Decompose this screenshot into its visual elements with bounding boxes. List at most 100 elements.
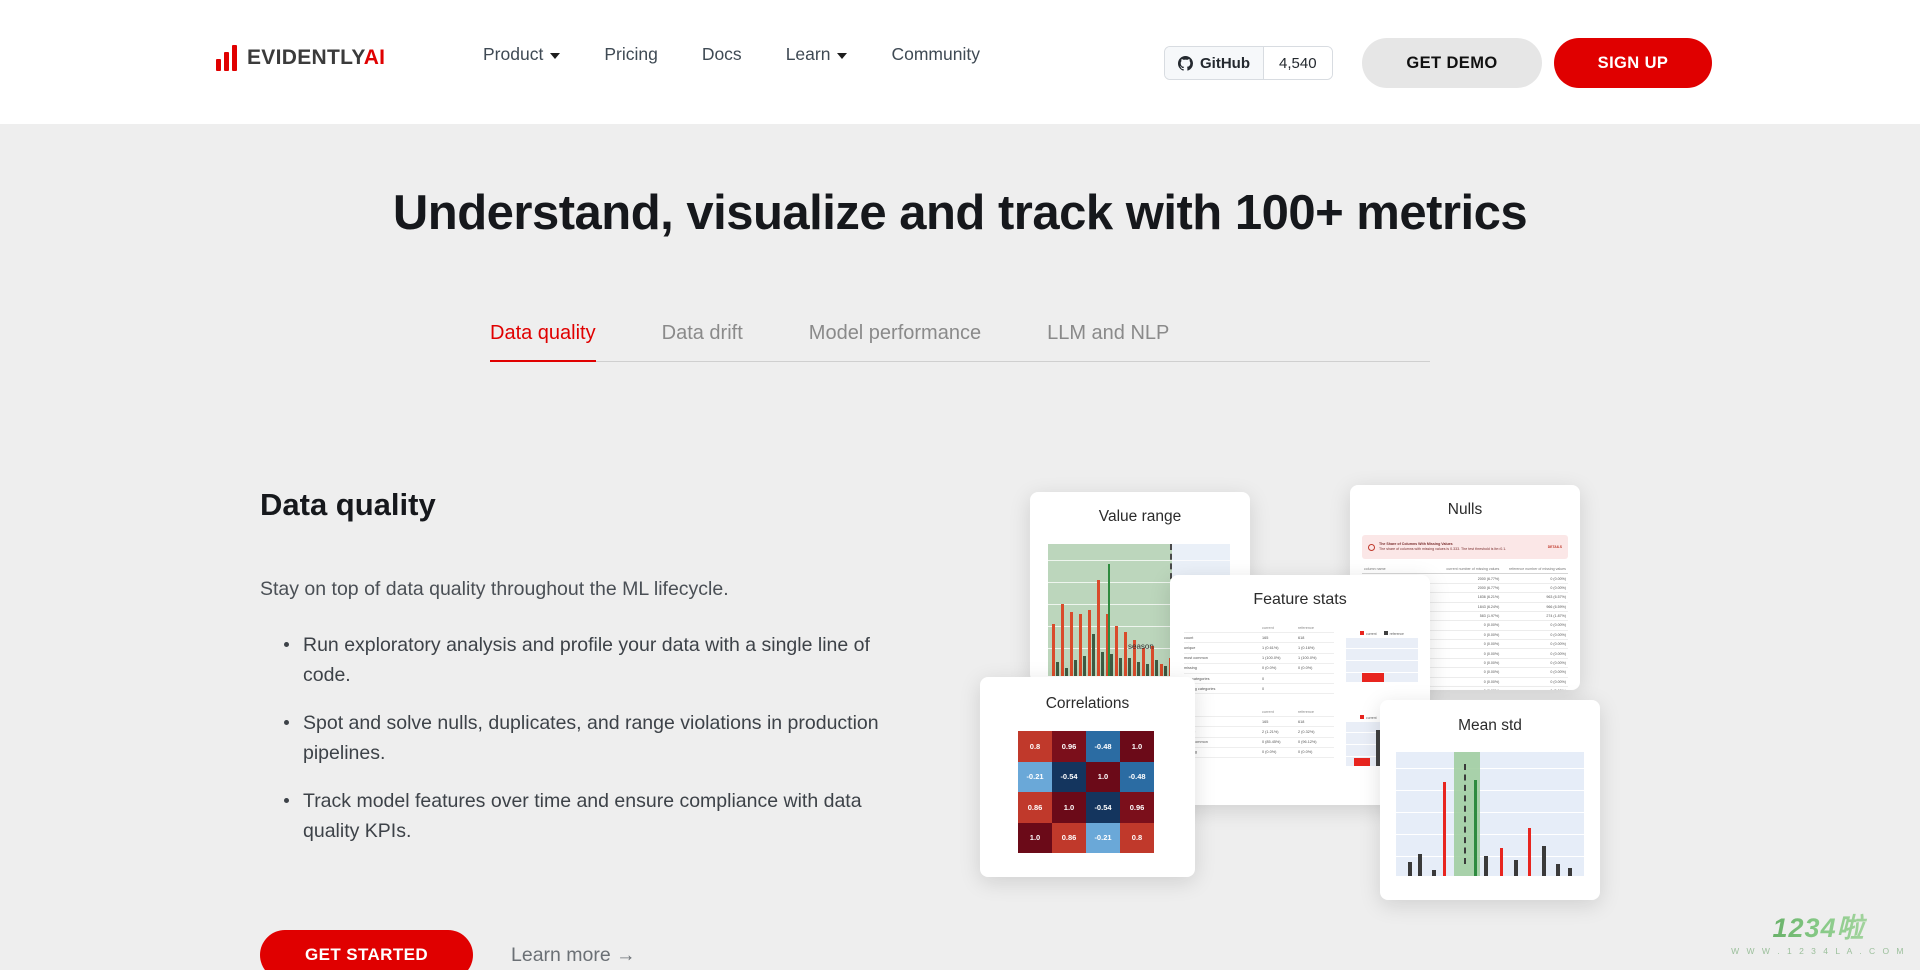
table-header-row: current reference	[1184, 623, 1334, 634]
cell: 0 (85.45%)	[1262, 740, 1281, 745]
cell	[1298, 687, 1334, 691]
cell: 618	[1298, 719, 1305, 724]
column-header: current number of missing values	[1446, 567, 1500, 572]
feature-bullet-list: Run exploratory analysis and profile you…	[282, 630, 897, 864]
get-started-button[interactable]: GET STARTED	[260, 930, 473, 970]
bar-chart-logo-icon	[216, 45, 237, 71]
table-row: most common 1 (100.0%) 1 (100.0%)	[1184, 654, 1334, 664]
alert-details-link[interactable]: DETAILS	[1548, 545, 1562, 549]
card-title: Correlations	[1045, 695, 1130, 712]
cell: 0 (0.00%)	[1550, 679, 1566, 684]
list-item: Track model features over time and ensur…	[282, 786, 897, 846]
cell: 0 (0.0%)	[1298, 666, 1313, 671]
page-title: Understand, visualize and track with 100…	[392, 186, 1528, 240]
cell: 0 (0.00%)	[1550, 660, 1566, 665]
feature-name-label: season	[1128, 642, 1154, 651]
heatmap-cell: -0.48	[1086, 731, 1120, 762]
cell: 165	[1262, 719, 1269, 724]
heatmap-cell: -0.48	[1120, 761, 1154, 792]
table-header-row: column name current number of missing va…	[1362, 565, 1568, 575]
heatmap-cell: 1.0	[1018, 822, 1052, 853]
cell: 2 (0.32%)	[1298, 729, 1315, 734]
get-demo-button[interactable]: GET DEMO	[1362, 38, 1542, 88]
panel-subtitle: Stay on top of data quality throughout t…	[260, 578, 729, 600]
card-mean-std: Mean std	[1380, 700, 1600, 900]
learn-more-link[interactable]: Learn more →	[511, 944, 636, 967]
nav-item-learn[interactable]: Learn	[786, 44, 848, 65]
mean-std-chart	[1396, 752, 1584, 876]
heatmap-cell: 1.0	[1086, 761, 1120, 792]
cell: 0 (0.00%)	[1483, 642, 1500, 647]
list-item: Run exploratory analysis and profile you…	[282, 630, 897, 690]
cell: 1 (100.0%)	[1298, 656, 1317, 661]
logo-text: EVIDENTLYAI	[247, 46, 385, 70]
cell: 0 (0.00%)	[1550, 623, 1566, 628]
heatmap-cell: -0.21	[1086, 822, 1120, 853]
cell: 2 (1.21%)	[1262, 729, 1279, 734]
cell: 0 (0.0%)	[1262, 750, 1277, 755]
table-row: missing 0 (0.0%) 0 (0.0%)	[1184, 664, 1334, 674]
cell: 0 (0.00%)	[1483, 651, 1500, 656]
github-badge-left[interactable]: GitHub	[1165, 47, 1263, 79]
github-label: GitHub	[1200, 54, 1250, 72]
metric-tabs: Data quality Data drift Model performanc…	[490, 322, 1430, 362]
cell: 0 (0.00%)	[1431, 689, 1500, 690]
tab-data-drift[interactable]: Data drift	[662, 322, 743, 361]
cell: 165	[1262, 635, 1269, 640]
cell: 0 (0.00%)	[1483, 679, 1500, 684]
table-row: count165 618	[1184, 717, 1334, 728]
legend-current: current	[1360, 715, 1377, 720]
column-header	[1184, 710, 1262, 714]
nav-label: Docs	[701, 44, 742, 64]
nav-item-community[interactable]: Community	[891, 44, 980, 65]
column-header: reference	[1298, 709, 1315, 714]
heatmap-cell: 0.96	[1120, 792, 1154, 823]
cell: 1 (0.61%)	[1262, 645, 1279, 650]
sign-up-button[interactable]: SIGN UP	[1554, 38, 1712, 88]
column-header: current	[1262, 625, 1274, 630]
current-value-line	[1108, 564, 1110, 676]
heatmap-cell: -0.21	[1018, 761, 1052, 792]
cell: 0 (0.00%)	[1483, 670, 1500, 675]
table-header-row: current reference	[1184, 707, 1334, 718]
table-row: most common 0 (85.45%) 0 (96.12%)	[1184, 738, 1334, 748]
cell: 0 (0.00%)	[1550, 576, 1566, 581]
warning-icon	[1368, 543, 1375, 551]
page-root: EVIDENTLYAI Product Pricing Docs Learn C…	[0, 0, 1920, 970]
heatmap-cell: 0.96	[1052, 731, 1086, 762]
cell: 0 (0.00%)	[1499, 689, 1566, 690]
panel-heading: Data quality	[260, 487, 436, 522]
feature-stats-table: current reference count165 618 unique2 (1…	[1184, 707, 1334, 758]
logo-suffix: AI	[363, 46, 386, 69]
card-title: Mean std	[1458, 717, 1522, 734]
feature-stats-table: current reference count 165 618 unique 1 (0…	[1184, 623, 1334, 695]
logo[interactable]: EVIDENTLYAI	[216, 45, 385, 71]
nav-item-pricing[interactable]: Pricing	[604, 44, 658, 65]
card-correlations: Correlations 0.8 0.96 -0.48 1.0 -0.21 -0…	[980, 677, 1195, 877]
chevron-down-icon	[837, 53, 848, 59]
tab-llm-and-nlp[interactable]: LLM and NLP	[1047, 322, 1169, 361]
cell: 0 (0.00%)	[1550, 642, 1566, 647]
cell: missing	[1184, 666, 1197, 671]
nav-item-product[interactable]: Product	[483, 44, 561, 65]
column-header	[1184, 626, 1262, 630]
cell: 1836 (6.21%)	[1477, 595, 1500, 600]
logo-brand: EVIDENTLY	[247, 46, 364, 69]
cell: most common	[1184, 740, 1208, 745]
cell: 0 (0.00%)	[1550, 632, 1566, 637]
github-star-badge[interactable]: GitHub 4,540	[1164, 46, 1333, 80]
card-title: Nulls	[1447, 501, 1483, 518]
cell: 0 (0.00%)	[1483, 623, 1500, 628]
watermark-logo: 1234啦	[1731, 906, 1906, 945]
alert-body: The share of columns with missing values…	[1379, 547, 1507, 551]
tab-model-performance[interactable]: Model performance	[809, 322, 981, 361]
tab-data-quality[interactable]: Data quality	[490, 322, 596, 362]
heatmap-cell: 1.0	[1052, 792, 1086, 823]
cell: 0 (0.00%)	[1550, 585, 1566, 590]
nav-item-docs[interactable]: Docs	[702, 44, 742, 65]
heatmap-cell: 1.0	[1120, 731, 1154, 762]
screenshot-collage: Value range Nulls The Share of Columns W…	[980, 470, 1680, 970]
github-star-count[interactable]: 4,540	[1263, 47, 1332, 79]
legend-current: current	[1360, 631, 1377, 636]
heatmap-cell: -0.54	[1052, 761, 1086, 792]
